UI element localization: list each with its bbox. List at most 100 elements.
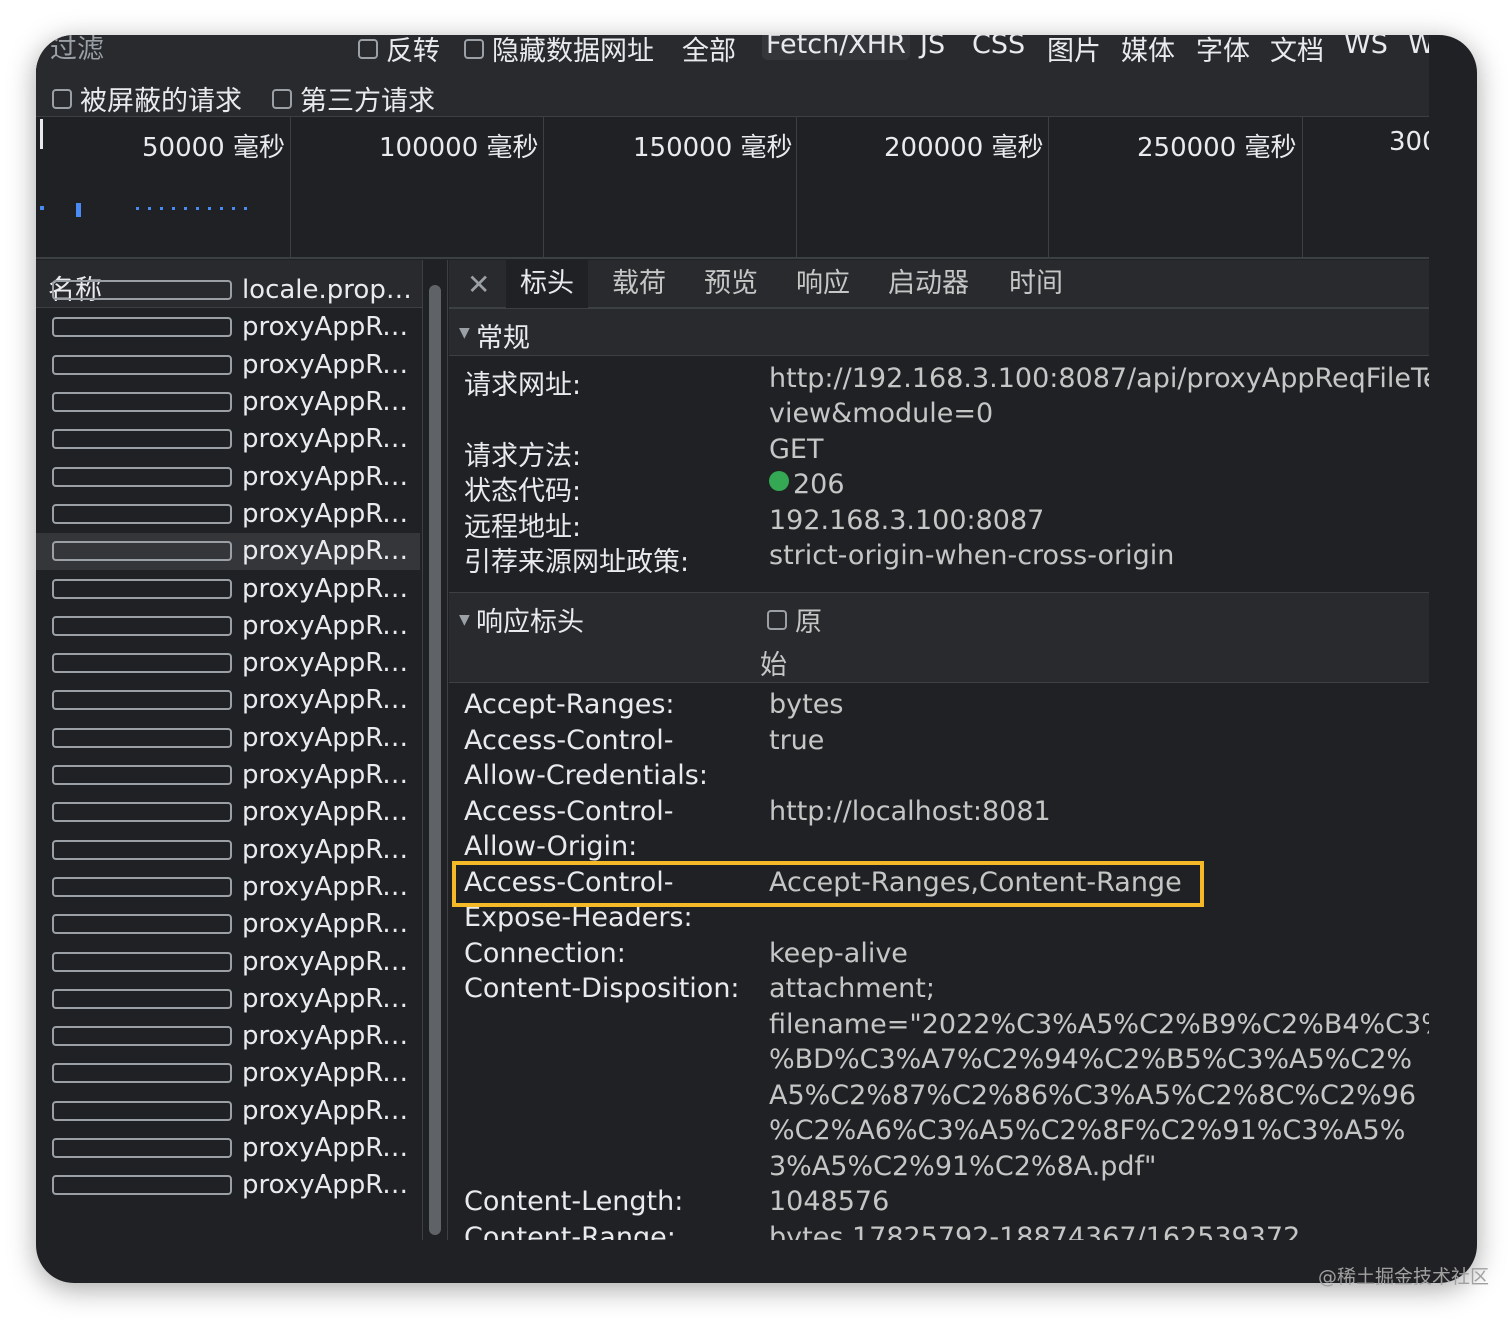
tab-preview[interactable]: 预览 bbox=[690, 260, 772, 308]
request-row[interactable]: proxyAppReqFileTest?fi… bbox=[36, 831, 420, 868]
request-name: proxyAppReqFileTest?fi… bbox=[241, 871, 420, 902]
accept-ranges-key: Accept-Ranges: bbox=[464, 689, 675, 720]
checkbox-icon bbox=[52, 280, 232, 301]
invert-checkbox[interactable]: 反转 bbox=[358, 35, 440, 68]
type-filter-js[interactable]: JS bbox=[920, 35, 945, 60]
request-name: proxyAppReqFileTest?fi… bbox=[241, 1021, 420, 1052]
checkbox-icon bbox=[52, 578, 232, 599]
request-row[interactable]: proxyAppReqFileTest?fi… bbox=[36, 794, 420, 831]
gridline bbox=[796, 117, 797, 259]
response-headers-section-header[interactable]: ▼ 响应标头 原 始 bbox=[449, 592, 1429, 683]
request-row[interactable]: proxyAppReqFileTest?fi… bbox=[36, 384, 420, 421]
third-party-checkbox[interactable]: 第三方请求 bbox=[272, 79, 435, 118]
type-filter-wasm[interactable]: W bbox=[1408, 35, 1429, 60]
gridline bbox=[1048, 117, 1049, 259]
request-row[interactable]: proxyAppReqFileTest?fi… bbox=[36, 906, 420, 943]
request-name: proxyAppReqFileTest?fi… bbox=[241, 610, 420, 641]
request-row[interactable]: proxyAppReqFileTest?fi… bbox=[36, 309, 420, 346]
checkbox-icon bbox=[52, 354, 232, 375]
request-row[interactable]: proxyAppReqFileTest?fi… bbox=[36, 1092, 420, 1129]
checkbox-icon bbox=[52, 988, 232, 1009]
request-row[interactable]: proxyAppReqFileTest?fi… bbox=[36, 1130, 420, 1167]
checkbox-icon bbox=[52, 615, 232, 636]
request-name: proxyAppReqFileTest?fi… bbox=[241, 1058, 420, 1089]
request-url-value: http://192.168.3.100:8087/api/proxyAppRe… bbox=[769, 363, 1429, 394]
content-disposition-value-cont: filename="2022%C3%A5%C2%B9%C2%B4%C3% bbox=[769, 1009, 1429, 1040]
tab-initiator[interactable]: 启动器 bbox=[874, 260, 983, 308]
checkbox-icon bbox=[52, 876, 232, 897]
request-row[interactable]: proxyAppReqFileTest?fi… bbox=[36, 607, 420, 644]
type-filter-css[interactable]: CSS bbox=[972, 35, 1025, 60]
timeline-overview[interactable]: 50000 毫秒 100000 毫秒 150000 毫秒 200000 毫秒 2… bbox=[36, 117, 1429, 259]
request-name: proxyAppReqFileTest?fi… bbox=[241, 797, 420, 828]
checkbox-icon bbox=[52, 914, 232, 935]
checkbox-icon bbox=[52, 1026, 232, 1047]
filter-input[interactable]: 过滤 bbox=[50, 35, 340, 65]
request-row[interactable]: proxyAppReqFileTest?fi… bbox=[36, 757, 420, 794]
type-filter-all[interactable]: 全部 bbox=[682, 35, 736, 68]
referrer-policy-key: 引荐来源网址政策: bbox=[464, 547, 690, 578]
request-name: proxyAppReqFileTest?fi… bbox=[241, 1095, 420, 1126]
blocked-requests-checkbox[interactable]: 被屏蔽的请求 bbox=[52, 79, 242, 118]
type-filter-fetch-xhr[interactable]: Fetch/XHR bbox=[762, 35, 910, 60]
checkbox-icon bbox=[52, 1175, 232, 1196]
request-row[interactable]: locale.properties bbox=[36, 272, 420, 309]
content-disposition-value: attachment; bbox=[769, 973, 935, 1004]
request-row[interactable]: proxyAppReqFileTest?fi… bbox=[36, 868, 420, 905]
type-filter-font[interactable]: 字体 bbox=[1196, 35, 1250, 68]
request-row[interactable]: proxyAppReqFileTest?fi… bbox=[36, 346, 420, 383]
collapse-triangle-icon: ▼ bbox=[459, 612, 470, 628]
content-range-key: Content-Range: bbox=[464, 1222, 676, 1240]
request-row[interactable]: proxyAppReqFileTest?fi… bbox=[36, 645, 420, 682]
request-row[interactable]: proxyAppReqFileTest?fi… bbox=[36, 1167, 420, 1204]
tab-payload[interactable]: 载荷 bbox=[598, 260, 680, 308]
timeline-tick-label: 50000 毫秒 bbox=[142, 133, 285, 163]
raw-headers-checkbox[interactable]: 原 bbox=[767, 600, 822, 639]
expose-headers-highlight bbox=[452, 861, 1204, 907]
request-list-scrollbar[interactable] bbox=[422, 260, 448, 1240]
acac-value: true bbox=[769, 725, 825, 756]
request-name: proxyAppReqFileTest?fi… bbox=[241, 946, 420, 977]
request-row[interactable]: proxyAppReqFileTest?fi… bbox=[36, 682, 420, 719]
request-row[interactable]: proxyAppReqFileTest?fi… bbox=[36, 532, 420, 570]
remote-address-key: 远程地址: bbox=[464, 512, 582, 543]
request-row[interactable]: proxyAppReqFileTest?fi… bbox=[36, 495, 420, 532]
tab-timing[interactable]: 时间 bbox=[995, 260, 1077, 308]
content-disposition-value-cont: %BD%C3%A7%C2%94%C2%B5%C3%A5%C2% bbox=[769, 1044, 1413, 1075]
request-row[interactable]: proxyAppReqFileTest?fi… bbox=[36, 1018, 420, 1055]
type-filter-media[interactable]: 媒体 bbox=[1121, 35, 1175, 68]
request-details: ✕ 标头 载荷 预览 响应 启动器 时间 ▼ 常规 请求网址: http://1… bbox=[449, 260, 1429, 1240]
request-row[interactable]: proxyAppReqFileTest?fi… bbox=[36, 570, 420, 607]
checkbox-icon bbox=[52, 802, 232, 823]
checkbox-icon bbox=[52, 690, 232, 711]
status-ok-icon bbox=[769, 471, 789, 491]
content-length-value: 1048576 bbox=[769, 1186, 890, 1217]
type-filter-doc[interactable]: 文档 bbox=[1270, 35, 1324, 68]
tab-response[interactable]: 响应 bbox=[782, 260, 864, 308]
filter-bar: 过滤 反转 隐藏数据网址 全部 Fetch/XHR JS CSS 图片 媒体 字… bbox=[36, 35, 1429, 117]
request-row[interactable]: proxyAppReqFileTest?fi… bbox=[36, 458, 420, 495]
checkbox-icon bbox=[52, 1138, 232, 1159]
request-name: proxyAppReqFileTest?fi… bbox=[241, 685, 420, 716]
blocked-requests-label: 被屏蔽的请求 bbox=[80, 86, 242, 117]
type-filter-img[interactable]: 图片 bbox=[1047, 35, 1101, 68]
type-filter-ws[interactable]: WS bbox=[1344, 35, 1388, 60]
response-headers-title: 响应标头 bbox=[476, 607, 584, 638]
general-section-header[interactable]: ▼ 常规 bbox=[449, 308, 1429, 356]
close-icon[interactable]: ✕ bbox=[467, 268, 490, 301]
checkbox-icon bbox=[52, 541, 232, 562]
checkbox-icon bbox=[52, 951, 232, 972]
acac-key-cont: Allow-Credentials: bbox=[464, 760, 708, 791]
tab-headers[interactable]: 标头 bbox=[506, 260, 588, 308]
hide-data-urls-checkbox[interactable]: 隐藏数据网址 bbox=[464, 35, 654, 68]
request-row[interactable]: proxyAppReqFileTest?fi… bbox=[36, 980, 420, 1017]
gridline bbox=[543, 117, 544, 259]
timeline-bar bbox=[136, 207, 256, 210]
request-row[interactable]: proxyAppReqFileTest?fi… bbox=[36, 719, 420, 756]
request-row[interactable]: proxyAppReqFileTest?fi… bbox=[36, 421, 420, 458]
scrollbar-thumb[interactable] bbox=[429, 285, 441, 1235]
request-row[interactable]: proxyAppReqFileTest?fi… bbox=[36, 1055, 420, 1092]
request-row[interactable]: proxyAppReqFileTest?fi… bbox=[36, 943, 420, 980]
timeline-cursor[interactable] bbox=[40, 119, 43, 149]
content-length-key: Content-Length: bbox=[464, 1186, 684, 1217]
